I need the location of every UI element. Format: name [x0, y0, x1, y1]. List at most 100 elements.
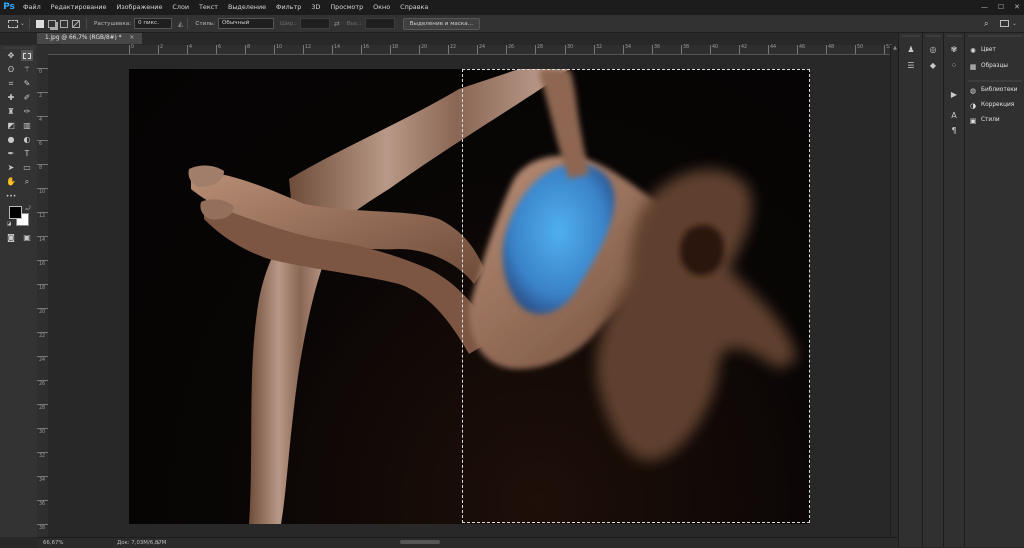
marquee-preset-icon[interactable]: [8, 19, 18, 28]
blur-tool-icon[interactable]: ●: [5, 134, 17, 145]
panel-item-color[interactable]: ✺ Цвет: [969, 45, 996, 56]
image-canvas[interactable]: [129, 69, 810, 524]
hand-tool-icon[interactable]: ✋: [5, 176, 17, 187]
ruler-label: 0: [39, 70, 43, 75]
shape-tool-icon[interactable]: ▭: [21, 162, 33, 173]
minimize-button[interactable]: —: [981, 0, 988, 15]
play-actions-icon[interactable]: ▶: [948, 90, 960, 100]
workspace-icon[interactable]: [1000, 20, 1009, 27]
character-icon[interactable]: A: [948, 111, 960, 121]
panel-item-swatches[interactable]: ▦ Образцы: [969, 61, 1008, 72]
marquee-selection[interactable]: [462, 69, 810, 523]
healing-brush-tool-icon[interactable]: ✚: [5, 92, 17, 103]
close-tab-icon[interactable]: ×: [129, 35, 134, 41]
add-to-selection-icon[interactable]: [48, 19, 57, 28]
pen-tool-icon[interactable]: ✒: [5, 148, 17, 159]
style-label: Стиль:: [195, 20, 215, 27]
screen-mode-icon[interactable]: ▣: [21, 232, 33, 243]
ruler-tick: [37, 140, 48, 141]
panel-item-adjustments[interactable]: ◑ Коррекция: [969, 100, 1014, 111]
path-selection-tool-icon[interactable]: ➤: [5, 162, 17, 173]
foreground-color-swatch-top[interactable]: [9, 206, 22, 219]
ruler-corner[interactable]: [37, 45, 48, 54]
paragraph-icon[interactable]: ¶: [948, 126, 960, 136]
history-brush-tool-icon[interactable]: ✑: [21, 106, 33, 117]
menu-filter[interactable]: Фильтр: [271, 0, 306, 15]
zoom-tool-icon[interactable]: ⌕: [21, 176, 33, 187]
clone-stamp-tool-icon[interactable]: ♜: [5, 106, 17, 117]
status-bar: 66,67% Док: 7,03M/6,87M ›: [37, 537, 898, 548]
ruler-label: 6: [39, 142, 43, 147]
brush-settings-icon[interactable]: ✾: [948, 45, 960, 55]
select-and-mask-button[interactable]: Выделение и маска...: [402, 17, 481, 30]
height-input[interactable]: [364, 18, 395, 29]
eraser-tool-icon[interactable]: ◩: [5, 120, 17, 131]
menu-view[interactable]: Просмотр: [325, 0, 368, 15]
photoshop-logo: Ps: [3, 2, 15, 12]
search-icon[interactable]: ⌕: [984, 19, 988, 29]
ruler-label: 30: [39, 430, 46, 435]
panel-item-styles[interactable]: ▣ Стили: [969, 115, 1000, 126]
menu-edit[interactable]: Редактирование: [46, 0, 112, 15]
more-tools-icon[interactable]: •••: [5, 191, 17, 202]
eyedropper-tool-icon[interactable]: ✎: [21, 78, 33, 89]
document-tab[interactable]: 1.jpg @ 66,7% (RGB/8#) * ×: [37, 33, 143, 44]
horizontal-scrollbar-thumb[interactable]: [400, 540, 440, 544]
maximize-button[interactable]: ☐: [998, 0, 1004, 15]
width-input[interactable]: [299, 18, 330, 29]
ruler-tick: [216, 45, 217, 54]
brush-tool-icon[interactable]: ✐: [21, 92, 33, 103]
ruler-label: 28: [39, 406, 46, 411]
menu-type[interactable]: Текст: [194, 0, 223, 15]
feather-input[interactable]: 0 пикс.: [134, 18, 173, 29]
properties-sliders-icon[interactable]: ☰: [905, 61, 917, 71]
menu-3d[interactable]: 3D: [306, 0, 325, 15]
new-selection-icon[interactable]: [36, 19, 45, 28]
layers-icon[interactable]: ◆: [927, 61, 939, 71]
menu-file[interactable]: Файл: [18, 0, 46, 15]
dock-column-3: ✾ ⁘ ▶ A ¶: [943, 33, 965, 547]
pasteboard: [48, 55, 890, 537]
ruler-tick: [303, 45, 304, 54]
ruler-tick: [390, 45, 391, 54]
move-tool-icon[interactable]: ✥: [5, 50, 17, 61]
quick-mask-icon[interactable]: ◙: [5, 232, 17, 243]
ruler-label: 8: [39, 166, 43, 171]
chevron-down-icon[interactable]: ⌄: [1012, 20, 1017, 27]
menu-layers[interactable]: Слои: [167, 0, 194, 15]
chevron-down-icon[interactable]: ⌄: [20, 20, 25, 27]
horizontal-ruler[interactable]: 0 2 4 6 8 10 12 14 16 18 20 22 24 26 28 30 32 34 36 38 40 42 4…: [48, 45, 892, 55]
type-tool-icon[interactable]: T: [21, 148, 33, 159]
ruler-label: 12: [39, 214, 46, 219]
menu-select[interactable]: Выделение: [223, 0, 271, 15]
actions-icon[interactable]: ♟: [905, 45, 917, 55]
menu-help[interactable]: Справка: [395, 0, 433, 15]
menu-image[interactable]: Изображение: [111, 0, 167, 15]
menu-window[interactable]: Окно: [368, 0, 395, 15]
rect-marquee-tool-icon[interactable]: [21, 50, 33, 61]
channels-icon[interactable]: ◎: [927, 45, 939, 55]
panels-dock: ✺ Цвет ▦ Образцы ◍ Библиотеки ◑ Коррекци…: [964, 33, 1024, 547]
panel-item-libraries[interactable]: ◍ Библиотеки: [969, 85, 1018, 96]
brushes-grid-icon[interactable]: ⁘: [948, 61, 960, 71]
close-window-button[interactable]: ✕: [1014, 0, 1020, 15]
crop-tool-icon[interactable]: ⌗: [5, 78, 17, 89]
antialias-icon[interactable]: ◭: [178, 20, 183, 28]
lasso-tool-icon[interactable]: ʘ: [5, 64, 17, 75]
style-select[interactable]: Обычный: [217, 18, 274, 29]
ruler-tick: [768, 45, 769, 54]
ruler-tick: [37, 332, 48, 333]
ruler-label: 20: [39, 310, 46, 315]
subtract-selection-icon[interactable]: [60, 19, 69, 28]
intersect-selection-icon[interactable]: [72, 19, 81, 28]
panel-grip: [968, 35, 1022, 37]
magic-wand-tool-icon[interactable]: ⚚: [21, 64, 33, 75]
ruler-label: 36: [39, 502, 46, 507]
ruler-tick: [855, 45, 856, 54]
gradient-tool-icon[interactable]: ▥: [21, 120, 33, 131]
default-colors-icon[interactable]: ◪: [6, 219, 12, 230]
ruler-tick: [535, 45, 536, 54]
libraries-icon: ◍: [969, 86, 977, 95]
swap-dimensions-icon[interactable]: ⇄: [334, 20, 340, 28]
dodge-tool-icon[interactable]: ◐: [21, 134, 33, 145]
